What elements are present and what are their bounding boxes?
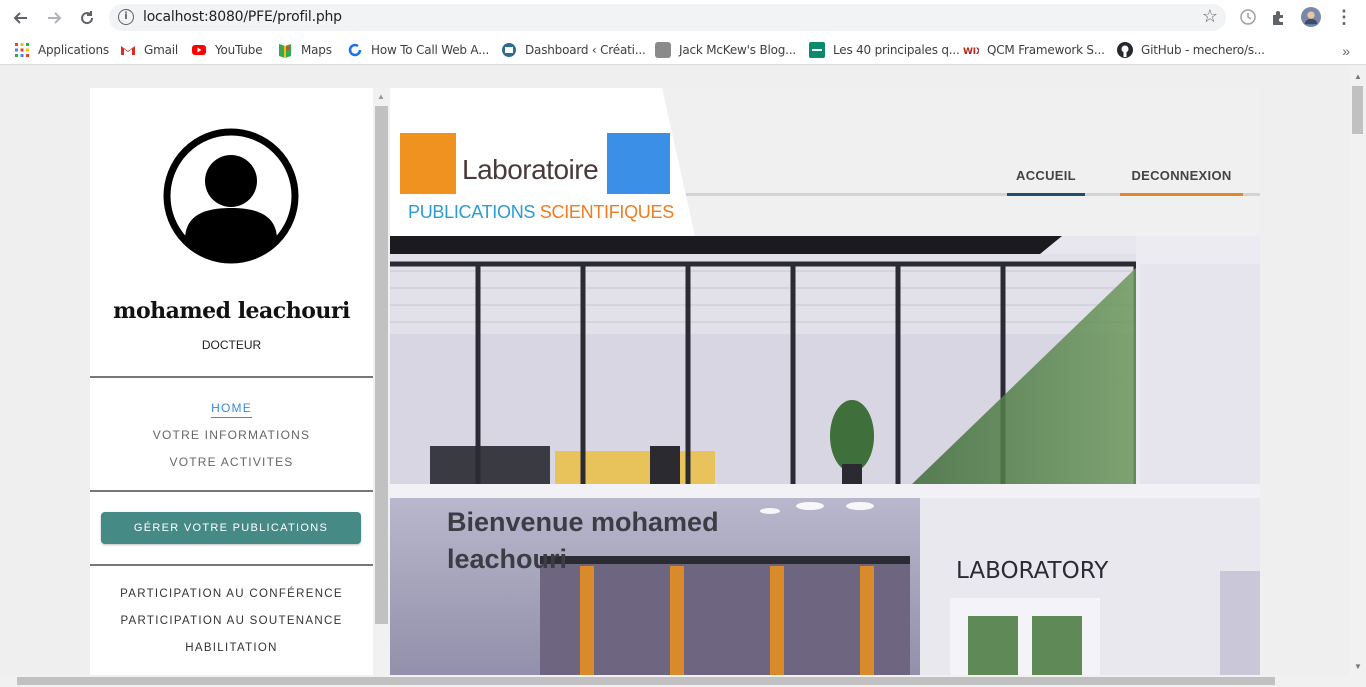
back-icon[interactable] <box>9 6 33 30</box>
sidebar-divider <box>90 564 373 566</box>
site-info-icon[interactable]: i <box>118 9 134 25</box>
horizontal-scroll-thumb[interactable] <box>17 677 1275 685</box>
logo-title: Laboratoire <box>462 154 599 185</box>
scroll-down-icon[interactable]: ▼ <box>1354 662 1362 671</box>
bookmark-label: QCM Framework S... <box>987 43 1105 57</box>
page-viewport: mohamed leachouri DOCTEUR HOME VOTRE INF… <box>0 66 1366 687</box>
bookmark-qcm[interactable]: WIX QCM Framework S... <box>963 41 1105 59</box>
nav-active-bar <box>1007 193 1085 196</box>
bookmark-label: GitHub - mechero/s... <box>1141 43 1265 57</box>
extensions-puzzle-icon[interactable] <box>1269 7 1289 27</box>
user-name: mohamed leachouri <box>113 298 350 324</box>
scroll-up-icon[interactable]: ▲ <box>377 92 385 101</box>
sidebar-link-habilitation[interactable]: HABILITATION <box>90 642 373 654</box>
user-role: DOCTEUR <box>201 338 262 352</box>
nav-deconnexion[interactable]: DECONNEXION <box>1120 168 1243 196</box>
sidebar-divider <box>90 490 373 492</box>
welcome-message: Bienvenue mohamed leachouri <box>447 507 719 574</box>
page-icon <box>655 42 671 58</box>
bookmark-how-to-call[interactable]: How To Call Web A... <box>347 41 489 59</box>
logo-subtitle: PUBLICATIONS SCIENTIFIQUES <box>408 202 674 223</box>
bookmark-label: Dashboard ‹ Créati... <box>525 43 646 57</box>
address-bar[interactable]: i localhost:8080/PFE/profil.php ☆ <box>109 4 1226 31</box>
logo-blue-block <box>607 133 670 194</box>
sidebar-link-label: HOME <box>211 401 252 418</box>
sidebar-scroll-thumb[interactable] <box>375 106 388 624</box>
apps-grid-icon <box>14 42 30 58</box>
bookmark-label: Jack McKew's Blog... <box>679 43 797 57</box>
gmail-icon <box>120 42 136 58</box>
youtube-icon <box>191 42 207 58</box>
sidebar-link-label: VOTRE ACTIVITES <box>169 455 294 469</box>
nav-label: ACCUEIL <box>1016 168 1076 183</box>
bookmark-jack-mckew[interactable]: Jack McKew's Blog... <box>655 41 796 59</box>
page-vertical-scrollbar[interactable]: ▲ ▼ <box>1349 66 1366 675</box>
chrome-menu-icon[interactable]: ⋮ <box>1334 7 1354 27</box>
hero-banner: LABORATORY Bienvenue mohamed leachouri <box>390 236 1260 687</box>
bookmark-les-40[interactable]: Les 40 principales q... <box>809 41 960 59</box>
svg-text:WIX: WIX <box>963 47 979 57</box>
bookmark-applications[interactable]: Applications <box>14 41 109 59</box>
bookmarks-bar: Applications Gmail YouTube Maps How To C… <box>0 35 1366 65</box>
laboratory-building-image: LABORATORY <box>390 236 1260 687</box>
bookmark-label: Gmail <box>144 43 179 57</box>
main-content: Laboratoire PUBLICATIONS SCIENTIFIQUES A… <box>390 88 1260 687</box>
site-logo[interactable]: Laboratoire PUBLICATIONS SCIENTIFIQUES <box>390 88 695 236</box>
sidebar-link-label: VOTRE INFORMATIONS <box>152 428 311 442</box>
sidebar-link-home[interactable]: HOME <box>90 401 373 418</box>
refresh-circle-icon <box>347 42 363 58</box>
bookmark-youtube[interactable]: YouTube <box>191 41 263 59</box>
vertical-scroll-thumb[interactable] <box>1352 86 1363 134</box>
list-icon <box>809 42 825 58</box>
nav-accent-bar <box>1120 193 1243 196</box>
url-text[interactable]: localhost:8080/PFE/profil.php <box>143 9 342 25</box>
profile-sidebar: mohamed leachouri DOCTEUR HOME VOTRE INF… <box>90 88 373 687</box>
dashboard-icon <box>501 42 517 58</box>
laboratory-sign: LABORATORY <box>956 558 1109 584</box>
bookmark-gmail[interactable]: Gmail <box>120 41 178 59</box>
logo-orange-block <box>400 133 456 194</box>
nav-accueil[interactable]: ACCUEIL <box>1007 168 1085 196</box>
user-avatar-icon <box>163 128 299 264</box>
bookmark-maps[interactable]: Maps <box>277 41 332 59</box>
extension-timer-icon[interactable] <box>1238 7 1258 27</box>
bookmark-label: Applications <box>38 43 109 57</box>
bookmark-dashboard[interactable]: Dashboard ‹ Créati... <box>501 41 646 59</box>
bookmark-label: Maps <box>301 43 332 57</box>
scroll-up-icon[interactable]: ▲ <box>1354 72 1362 81</box>
maps-icon <box>277 42 293 58</box>
nav-label: DECONNEXION <box>1131 168 1232 183</box>
sidebar-link-informations[interactable]: VOTRE INFORMATIONS <box>90 428 373 442</box>
wix-icon: WIX <box>963 42 983 58</box>
sidebar-link-conference[interactable]: PARTICIPATION AU CONFÉRENCE <box>90 588 373 600</box>
sidebar-link-activites[interactable]: VOTRE ACTIVITES <box>90 455 373 469</box>
reload-icon[interactable] <box>75 6 99 30</box>
sidebar-divider <box>90 376 373 378</box>
logo-subtitle-scientifiques: SCIENTIFIQUES <box>539 202 674 222</box>
profile-avatar-icon[interactable] <box>1301 7 1321 27</box>
bookmark-label: How To Call Web A... <box>371 43 490 57</box>
github-icon <box>1117 42 1133 58</box>
bookmark-github[interactable]: GitHub - mechero/s... <box>1117 41 1265 59</box>
browser-toolbar: i localhost:8080/PFE/profil.php ☆ ⋮ <box>0 0 1366 35</box>
manage-publications-button[interactable]: GÉRER VOTRE PUBLICATIONS <box>101 512 361 544</box>
more-bookmarks-icon[interactable]: » <box>1342 43 1350 59</box>
forward-icon[interactable] <box>42 6 66 30</box>
bookmark-label: Les 40 principales q... <box>833 43 960 57</box>
sidebar-scrollbar[interactable]: ▲ <box>373 88 390 687</box>
page-horizontal-scrollbar[interactable] <box>0 675 1366 687</box>
bookmark-label: YouTube <box>215 43 263 57</box>
sidebar-link-soutenance[interactable]: PARTICIPATION AU SOUTENANCE <box>90 615 373 627</box>
logo-subtitle-publications: PUBLICATIONS <box>408 202 536 222</box>
bookmark-star-icon[interactable]: ☆ <box>1202 6 1218 27</box>
